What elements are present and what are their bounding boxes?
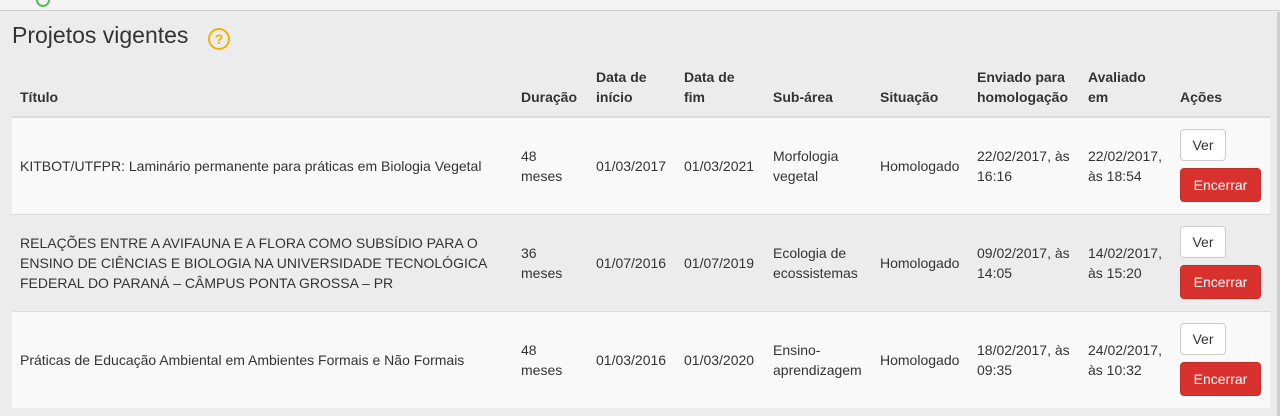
- page-title: Projetos vigentes: [12, 22, 189, 48]
- cell-situacao: Homologado: [872, 310, 969, 408]
- cell-data-inicio: 01/07/2016: [588, 213, 676, 311]
- cell-data-inicio: 01/03/2017: [588, 116, 676, 214]
- cell-acoes: Ver Encerrar: [1172, 213, 1270, 311]
- header-titulo[interactable]: Título: [12, 58, 513, 118]
- cell-avaliado: 14/02/2017, às 15:20: [1080, 213, 1172, 311]
- header-enviado[interactable]: Enviado para homologação: [969, 58, 1080, 118]
- encerrar-button[interactable]: Encerrar: [1180, 362, 1261, 397]
- cell-data-fim: 01/03/2020: [676, 310, 765, 408]
- encerrar-button[interactable]: Encerrar: [1180, 265, 1261, 299]
- cell-data-fim: 01/07/2019: [676, 213, 765, 311]
- cell-avaliado: 24/02/2017, às 10:32: [1080, 310, 1172, 408]
- table-header-row: Título Duração Data de início Data de fi…: [12, 58, 1270, 118]
- status-ring-icon: [36, 0, 50, 7]
- ver-button[interactable]: Ver: [1180, 323, 1226, 356]
- ver-button[interactable]: Ver: [1180, 129, 1226, 162]
- cell-situacao: Homologado: [872, 213, 969, 311]
- projects-table: Título Duração Data de início Data de fi…: [12, 58, 1270, 408]
- header-avaliado[interactable]: Avaliado em: [1080, 58, 1172, 118]
- cell-enviado: 18/02/2017, às 09:35: [969, 310, 1080, 408]
- encerrar-button[interactable]: Encerrar: [1180, 168, 1261, 203]
- cell-avaliado: 22/02/2017, às 18:54: [1080, 116, 1172, 214]
- cell-acoes: Ver Encerrar: [1172, 310, 1270, 408]
- table-row: Práticas de Educação Ambiental em Ambien…: [12, 310, 1270, 408]
- cell-sub-area: Ecologia de ecossistemas: [765, 213, 872, 311]
- header-situacao[interactable]: Situação: [872, 58, 969, 118]
- top-strip: [0, 0, 1280, 11]
- cell-sub-area: Morfologia vegetal: [765, 116, 872, 214]
- cell-acoes: Ver Encerrar: [1172, 116, 1270, 214]
- help-icon[interactable]: ?: [208, 28, 230, 50]
- cell-duracao: 36 meses: [513, 213, 588, 311]
- header-duracao[interactable]: Duração: [513, 58, 588, 118]
- table-row: KITBOT/UTFPR: Laminário permanente para …: [12, 116, 1270, 214]
- cell-enviado: 22/02/2017, às 16:16: [969, 116, 1080, 214]
- ver-button[interactable]: Ver: [1180, 226, 1226, 258]
- cell-data-fim: 01/03/2021: [676, 116, 765, 214]
- cell-titulo: RELAÇÕES ENTRE A AVIFAUNA E A FLORA COMO…: [12, 213, 513, 311]
- cell-duracao: 48 meses: [513, 310, 588, 408]
- cell-titulo: KITBOT/UTFPR: Laminário permanente para …: [12, 116, 513, 214]
- header-sub-area[interactable]: Sub-área: [765, 58, 872, 118]
- cell-enviado: 09/02/2017, às 14:05: [969, 213, 1080, 311]
- header-data-fim[interactable]: Data de fim: [676, 58, 765, 118]
- cell-titulo: Práticas de Educação Ambiental em Ambien…: [12, 310, 513, 408]
- cell-sub-area: Ensino-aprendizagem: [765, 310, 872, 408]
- cell-data-inicio: 01/03/2016: [588, 310, 676, 408]
- cell-situacao: Homologado: [872, 116, 969, 214]
- header-data-inicio[interactable]: Data de início: [588, 58, 676, 118]
- table-row: RELAÇÕES ENTRE A AVIFAUNA E A FLORA COMO…: [12, 213, 1270, 311]
- cell-duracao: 48 meses: [513, 116, 588, 214]
- header-acoes: Ações: [1172, 58, 1270, 118]
